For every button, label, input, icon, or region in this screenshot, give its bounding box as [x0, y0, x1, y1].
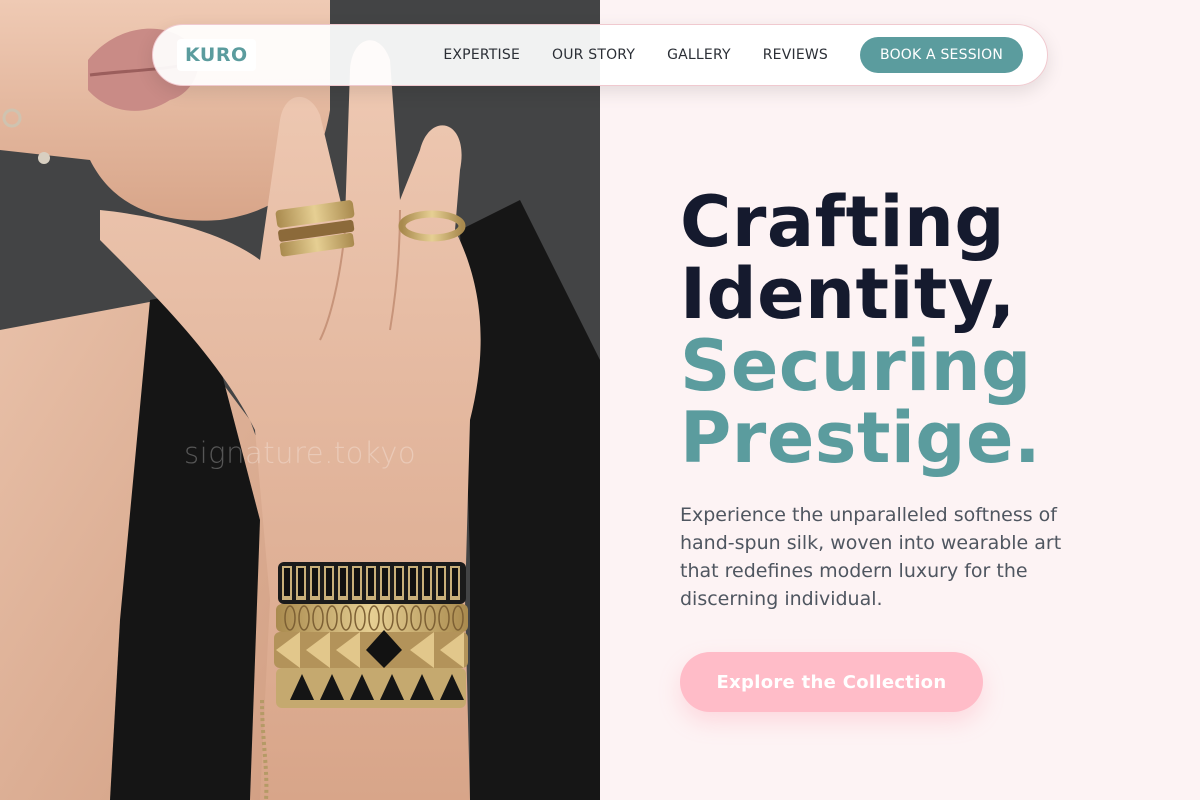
nav-links: EXPERTISE OUR STORY GALLERY REVIEWS: [443, 47, 828, 63]
hero-title-line-4: Prestige.: [680, 397, 1042, 479]
hero-title-line-3: Securing: [680, 325, 1032, 407]
brand-logo[interactable]: KURO: [177, 39, 256, 71]
hero-title-line-1: Crafting: [680, 181, 1005, 263]
nav-link-reviews[interactable]: REVIEWS: [763, 47, 828, 63]
photo-watermark: signature.tokyo: [184, 436, 417, 470]
hero-title: Crafting Identity, Securing Prestige.: [680, 186, 1160, 474]
top-navbar: KURO EXPERTISE OUR STORY GALLERY REVIEWS…: [152, 24, 1048, 86]
hero-description: Experience the unparalleled softness of …: [680, 504, 1062, 610]
nav-link-our-story[interactable]: OUR STORY: [552, 47, 635, 63]
explore-collection-button[interactable]: Explore the Collection: [680, 652, 983, 712]
hero-photo: signature.tokyo: [0, 0, 600, 800]
hero-title-line-2: Identity,: [680, 253, 1016, 335]
book-session-button[interactable]: BOOK A SESSION: [860, 37, 1023, 73]
jewelry-model-image: [0, 0, 600, 800]
hero-section: Crafting Identity, Securing Prestige. Ex…: [680, 186, 1160, 613]
nav-link-gallery[interactable]: GALLERY: [667, 47, 731, 63]
nav-link-expertise[interactable]: EXPERTISE: [443, 47, 520, 63]
